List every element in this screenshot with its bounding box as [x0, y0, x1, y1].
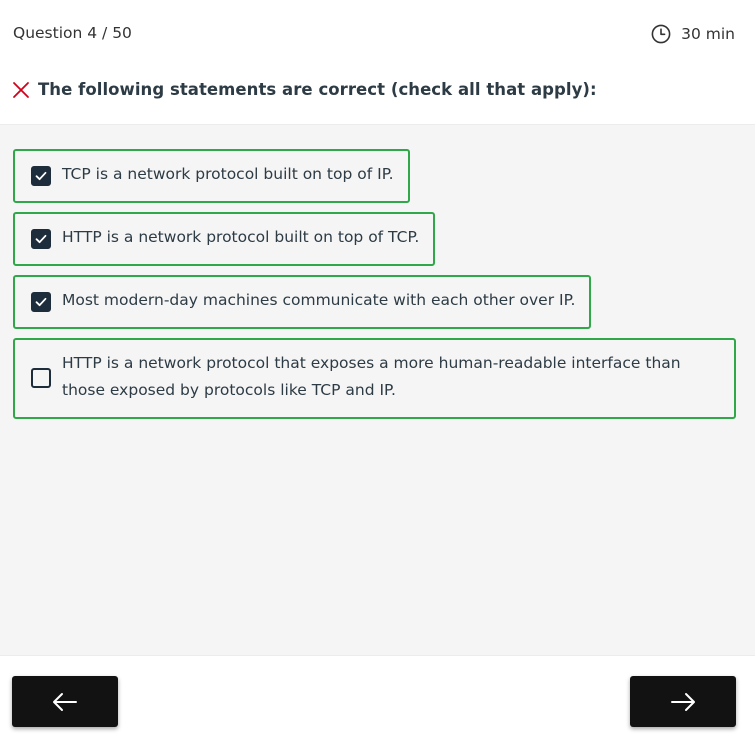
previous-button[interactable]	[12, 676, 118, 727]
question-counter: Question 4 / 50	[13, 24, 132, 42]
answer-option-3[interactable]: Most modern-day machines communicate wit…	[13, 275, 592, 329]
answer-option-label: Most modern-day machines communicate wit…	[62, 291, 576, 309]
answer-option-1[interactable]: TCP is a network protocol built on top o…	[13, 149, 410, 203]
answer-options: TCP is a network protocol built on top o…	[13, 149, 736, 428]
incorrect-x-icon	[12, 81, 30, 99]
answer-option-4[interactable]: HTTP is a network protocol that exposes …	[13, 338, 736, 419]
clock-icon	[651, 24, 671, 44]
timer-text: 30 min	[681, 25, 735, 43]
question-header: Question 4 / 50 30 min The following sta…	[0, 0, 755, 125]
question-text: The following statements are correct (ch…	[38, 80, 597, 99]
answer-option-label: HTTP is a network protocol built on top …	[62, 228, 420, 246]
question-prompt: The following statements are correct (ch…	[12, 80, 597, 99]
answer-option-label: TCP is a network protocol built on top o…	[62, 165, 394, 183]
answer-option-2[interactable]: HTTP is a network protocol built on top …	[13, 212, 436, 266]
arrow-left-icon	[53, 692, 77, 711]
arrow-right-icon	[671, 692, 695, 711]
answer-option-label: HTTP is a network protocol that exposes …	[62, 354, 681, 399]
checkbox-unchecked[interactable]	[31, 368, 51, 388]
checkmark-icon	[35, 297, 47, 307]
navigation-footer	[0, 655, 755, 741]
checkmark-icon	[35, 234, 47, 244]
quiz-page: Question 4 / 50 30 min The following sta…	[0, 0, 755, 741]
next-button[interactable]	[630, 676, 736, 727]
checkbox-checked[interactable]	[31, 229, 51, 249]
timer: 30 min	[651, 24, 735, 44]
checkbox-checked[interactable]	[31, 292, 51, 312]
checkmark-icon	[35, 171, 47, 181]
checkbox-checked[interactable]	[31, 166, 51, 186]
